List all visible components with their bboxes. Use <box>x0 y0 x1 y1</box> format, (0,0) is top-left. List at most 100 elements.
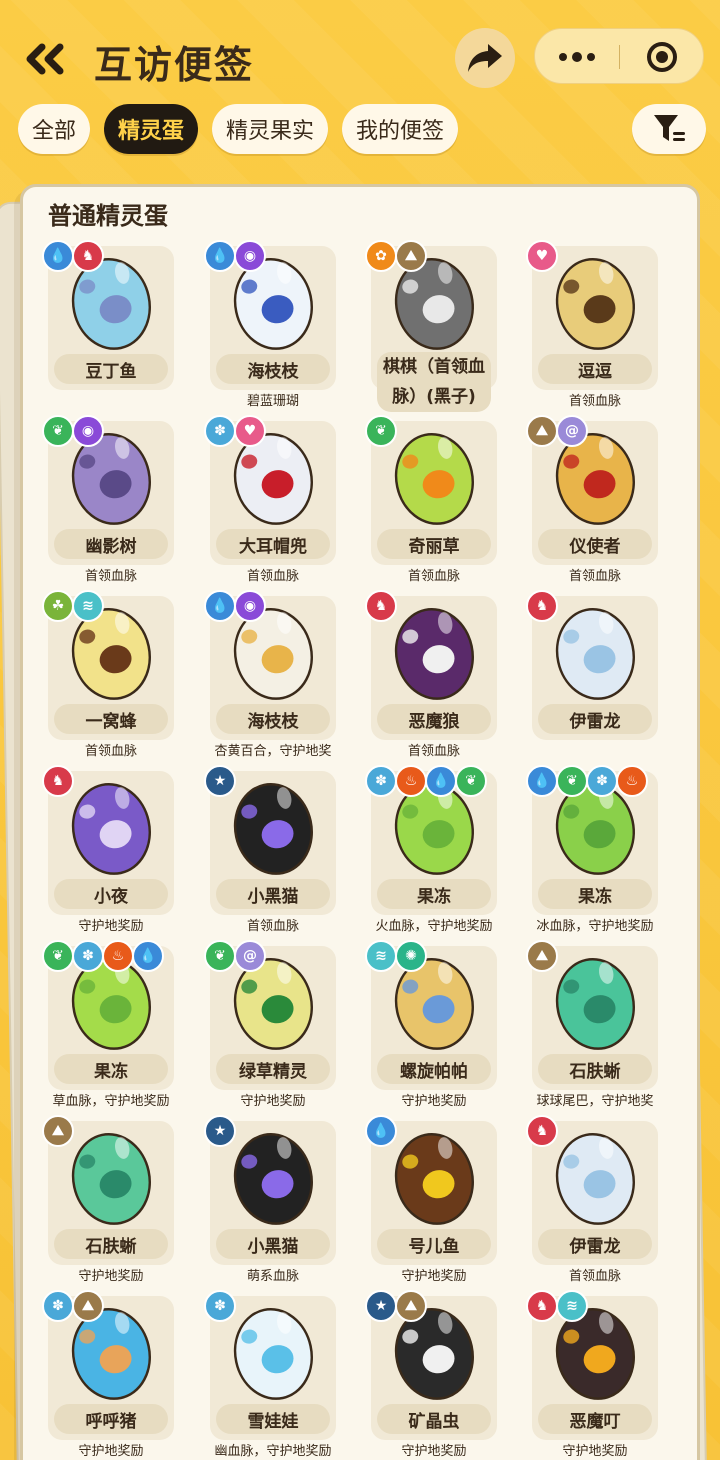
wing-icon: ≋ <box>72 590 104 622</box>
ghost-icon: ◉ <box>234 240 266 272</box>
egg-card[interactable]: ❦ ✽ ♨ 💧 果冻 草血脉，守护地奖励 <box>42 940 192 1110</box>
egg-card[interactable]: 💧 号儿鱼 守护地奖励 <box>365 1115 515 1285</box>
egg-card[interactable]: ✽ ♥ 大耳帽兜 首领血脉 <box>204 415 354 585</box>
egg-name: 恶魔狼 <box>377 704 491 734</box>
egg-name: 棋棋（首领血脉）(黑子) <box>377 352 491 412</box>
egg-card[interactable]: 💧 ◉ 海枝枝 碧蓝珊瑚 <box>204 240 354 410</box>
egg-source-note: 冰血脉，守护地奖励 <box>536 919 654 934</box>
egg-card[interactable]: ❦ @ 绿草精灵 守护地奖励 <box>204 940 354 1110</box>
egg-source-note: 守护地奖励 <box>401 1269 467 1284</box>
egg-name: 幽影树 <box>54 529 168 559</box>
ghost-icon: ◉ <box>234 590 266 622</box>
egg-card[interactable]: ❦ ◉ 幽影树首领血脉 <box>42 415 192 585</box>
egg-image <box>394 1132 474 1225</box>
cute-icon: ♥ <box>234 415 266 447</box>
egg-source-note: 守护地奖励 <box>78 919 144 934</box>
element-badges: ⛰ @ <box>526 415 588 447</box>
ground-icon: ⛰ <box>72 1290 104 1322</box>
element-badges: ♞ <box>526 1115 558 1147</box>
egg-name: 豆丁鱼 <box>54 354 168 384</box>
water-icon: 💧 <box>526 765 558 797</box>
fire-icon: ♨ <box>395 765 427 797</box>
egg-card[interactable]: ★ 小黑猫 萌系血脉 <box>204 1115 354 1285</box>
egg-source-note: 守护地奖励 <box>401 1094 467 1109</box>
egg-card[interactable]: ⛰ 石肤蜥 球球尾巴，守护地奖 <box>526 940 676 1110</box>
egg-name: 果冻 <box>54 1054 168 1084</box>
ground-icon: ⛰ <box>526 415 558 447</box>
star-icon: ★ <box>365 1290 397 1322</box>
element-badges: ⛰ <box>526 940 558 972</box>
egg-card[interactable]: ♞ 小夜守护地奖励 <box>42 765 192 935</box>
egg-card[interactable]: ≋ ✺ 螺旋帕帕守护地奖励 <box>365 940 515 1110</box>
egg-card[interactable]: 💧 ❦ ✽ ♨ 果冻冰血脉，守护地奖励 <box>526 765 676 935</box>
egg-image <box>233 1132 313 1225</box>
egg-name: 小夜 <box>54 879 168 909</box>
egg-source-note: 幽血脉，守护地奖励 <box>214 1444 332 1459</box>
egg-card[interactable]: ♞ ≋ 恶魔叮 守护地奖励 <box>526 1290 676 1460</box>
egg-image <box>555 607 635 700</box>
ice-icon: ✽ <box>72 940 104 972</box>
egg-card[interactable]: ☘ ≋ 一窝蜂 首领血脉 <box>42 590 192 760</box>
water-icon: 💧 <box>365 1115 397 1147</box>
egg-name: 小黑猫 <box>216 1229 330 1259</box>
egg-name: 海枝枝 <box>216 704 330 734</box>
element-badges: ♞ <box>365 590 397 622</box>
egg-card[interactable]: ✽ 雪娃娃 幽血脉，守护地奖励 <box>204 1290 354 1460</box>
water-icon: 💧 <box>425 765 457 797</box>
egg-source-note: 首领血脉 <box>84 744 137 759</box>
grass-icon: ❦ <box>365 415 397 447</box>
egg-name: 恶魔叮 <box>538 1404 652 1434</box>
element-badges: ⛰ <box>42 1115 74 1147</box>
egg-name: 螺旋帕帕 <box>377 1054 491 1084</box>
egg-card[interactable]: ❦ 奇丽草 首领血脉 <box>365 415 515 585</box>
egg-name: 伊雷龙 <box>538 704 652 734</box>
egg-image <box>71 1132 151 1225</box>
egg-source-note: 守护地奖励 <box>401 1444 467 1459</box>
egg-name: 绿草精灵 <box>216 1054 330 1084</box>
egg-source-note: 首领血脉 <box>568 1269 621 1284</box>
ice-icon: ✽ <box>42 1290 74 1322</box>
egg-card[interactable]: ★ ⛰ 矿晶虫 守护地奖励 <box>365 1290 515 1460</box>
fire-demon-icon: ♞ <box>526 1115 558 1147</box>
egg-name: 海枝枝 <box>216 354 330 384</box>
ground-icon: ⛰ <box>395 1290 427 1322</box>
egg-name: 果冻 <box>538 879 652 909</box>
egg-card[interactable]: ♞ 伊雷龙 首领血脉 <box>526 1115 676 1285</box>
water-icon: 💧 <box>132 940 164 972</box>
ice-icon: ✽ <box>204 415 236 447</box>
egg-image <box>233 782 313 875</box>
egg-source-note: 首领血脉 <box>84 569 137 584</box>
egg-source-note: 首领血脉 <box>246 919 299 934</box>
element-badges: ≋ ✺ <box>365 940 427 972</box>
egg-card[interactable]: ♞ 恶魔狼 首领血脉 <box>365 590 515 760</box>
element-badges: ❦ ◉ <box>42 415 104 447</box>
fire-demon-icon: ♞ <box>365 590 397 622</box>
egg-card[interactable]: ✽ ⛰ 呼呼猪 守护地奖励 <box>42 1290 192 1460</box>
element-badges: 💧 ❦ ✽ ♨ <box>526 765 648 797</box>
egg-source-note: 守护地奖励 <box>78 1444 144 1459</box>
grass-icon: ❦ <box>42 415 74 447</box>
egg-card[interactable]: ✿ ⛰ 棋棋（首领血脉）(黑子) <box>365 240 515 412</box>
bug-icon: ☘ <box>42 590 74 622</box>
egg-card[interactable]: ★ 小黑猫 首领血脉 <box>204 765 354 935</box>
egg-name: 仪使者 <box>538 529 652 559</box>
ground-icon: ⛰ <box>526 940 558 972</box>
egg-card[interactable]: ♞ 伊雷龙 <box>526 590 676 760</box>
egg-source-note: 守护地奖励 <box>562 1444 628 1459</box>
egg-card[interactable]: 💧 ♞ 豆丁鱼 <box>42 240 192 410</box>
fire-demon-icon: ♞ <box>42 765 74 797</box>
egg-card[interactable]: ⛰ 石肤蜥 守护地奖励 <box>42 1115 192 1285</box>
element-badges: ★ <box>204 1115 236 1147</box>
egg-card[interactable]: 💧 ◉ 海枝枝 杏黄百合，守护地奖 <box>204 590 354 760</box>
star-icon: ★ <box>204 1115 236 1147</box>
light-icon: ✿ <box>365 240 397 272</box>
ground-icon: ⛰ <box>395 240 427 272</box>
egg-card[interactable]: ♥ 逗逗 首领血脉 <box>526 240 676 410</box>
egg-name: 果冻 <box>377 879 491 909</box>
grass-icon: ❦ <box>455 765 487 797</box>
fire-demon-icon: ♞ <box>526 1290 558 1322</box>
egg-source-note: 首领血脉 <box>568 569 621 584</box>
egg-card[interactable]: ⛰ @ 仪使者首领血脉 <box>526 415 676 585</box>
element-badges: ✽ <box>204 1290 236 1322</box>
egg-card[interactable]: ✽ ♨ 💧 ❦ 果冻 火血脉，守护地奖励 <box>365 765 515 935</box>
